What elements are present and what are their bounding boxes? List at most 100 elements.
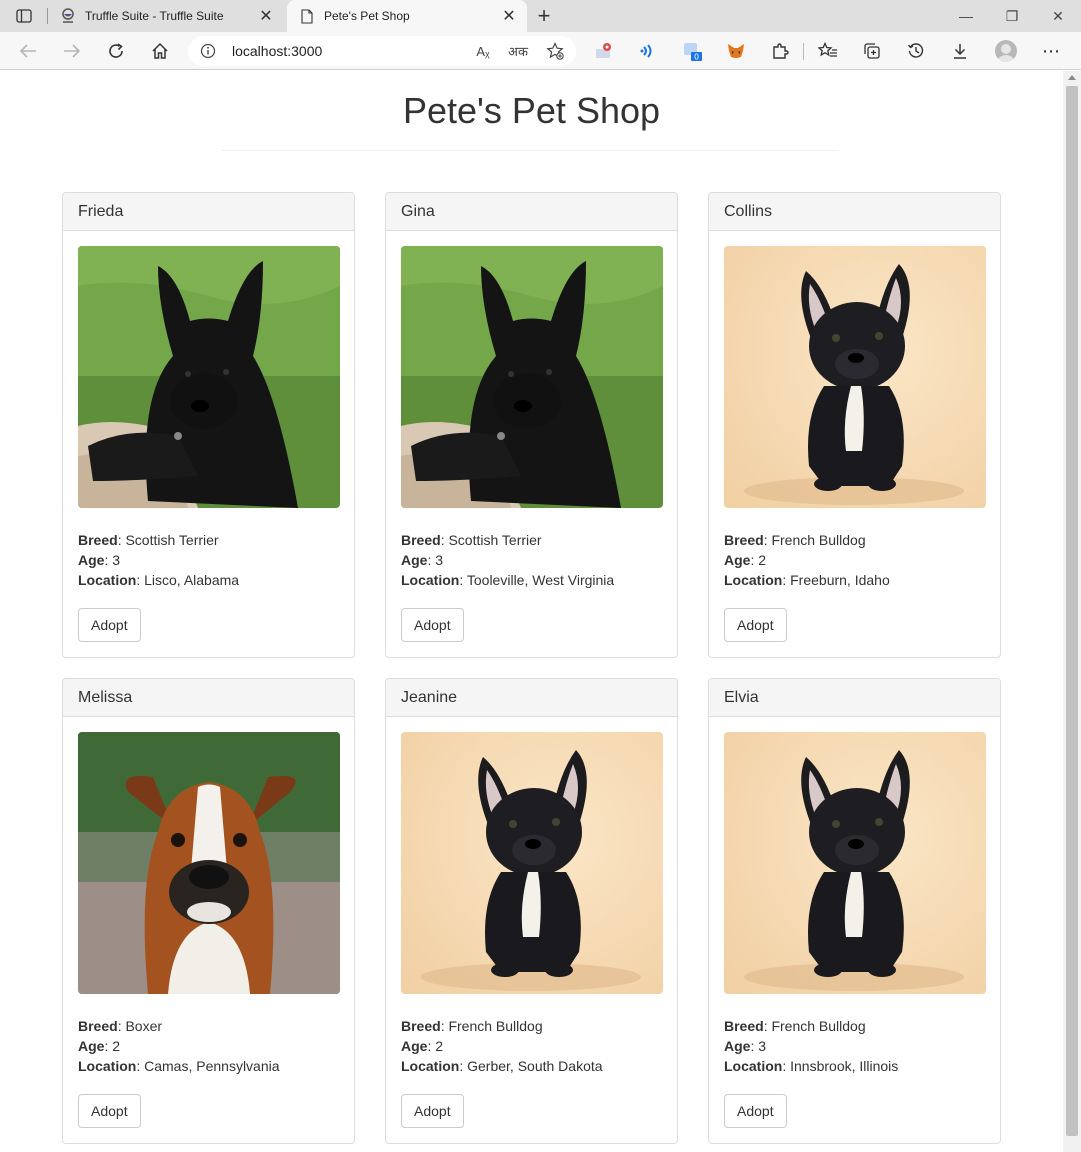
pet-age: 2: [112, 1038, 121, 1054]
pet-breed-row: Breed: Boxer: [78, 1018, 163, 1034]
pet-card-gina: Gina Breed: Scottish Terrier Age: 3 Loca…: [385, 192, 678, 658]
pet-breed-row: Breed: Scottish Terrier: [401, 532, 542, 548]
pet-location: Lisco, Alabama: [144, 572, 240, 588]
location-label: Location: [724, 1058, 783, 1074]
breed-label: Breed: [401, 1018, 441, 1034]
pet-breed: Boxer: [125, 1018, 163, 1034]
pet-age: 3: [112, 552, 121, 568]
browser-toolbar: localhost:3000 Aᵪ अक 0 ⋯: [0, 32, 1081, 70]
minimize-icon[interactable]: —: [943, 0, 989, 32]
pet-age-row: Age: 3: [78, 552, 121, 568]
pet-info: Breed: Boxer Age: 2 Location: Camas, Pen…: [78, 1016, 280, 1076]
home-icon[interactable]: [146, 37, 174, 65]
pet-photo: [401, 246, 663, 508]
location-label: Location: [401, 572, 460, 588]
extension-badge-icon[interactable]: 0: [678, 37, 706, 65]
pet-info: Breed: Scottish Terrier Age: 3 Location:…: [401, 530, 614, 590]
metamask-fox-icon[interactable]: [722, 37, 750, 65]
tab-title: Truffle Suite - Truffle Suite: [85, 9, 224, 23]
age-label: Age: [78, 552, 105, 568]
tab-petes-pet-shop[interactable]: Pete's Pet Shop ✕: [287, 0, 527, 32]
pet-age-row: Age: 2: [401, 1038, 444, 1054]
location-label: Location: [78, 1058, 137, 1074]
profile-avatar-icon[interactable]: [995, 40, 1017, 62]
read-aloud-icon[interactable]: Aᵪ: [472, 40, 494, 62]
pet-age: 2: [758, 552, 767, 568]
pet-card-jeanine: Jeanine Breed: French Bulldog Age: 2 Loc…: [385, 678, 678, 1144]
pet-name: Jeanine: [386, 679, 677, 717]
forward-icon[interactable]: [58, 37, 86, 65]
pet-photo: [78, 732, 340, 994]
collections-icon[interactable]: [858, 37, 886, 65]
history-icon[interactable]: [902, 37, 930, 65]
more-options-icon[interactable]: ⋯: [1037, 37, 1065, 65]
extensions-puzzle-icon[interactable]: [766, 37, 794, 65]
close-tab-icon[interactable]: ✕: [497, 4, 521, 28]
extension-badge-count: 0: [694, 53, 699, 62]
breed-label: Breed: [78, 1018, 118, 1034]
pet-breed: Scottish Terrier: [448, 532, 542, 548]
back-icon[interactable]: [14, 37, 42, 65]
french-bulldog-photo: [724, 732, 986, 994]
address-bar[interactable]: localhost:3000 Aᵪ अक: [188, 36, 576, 66]
adopt-button[interactable]: Adopt: [401, 1094, 464, 1128]
breed-label: Breed: [724, 532, 764, 548]
pet-age: 3: [758, 1038, 767, 1054]
pet-card-melissa: Melissa Breed: Boxer Age: 2 Location: Ca…: [62, 678, 355, 1144]
adopt-button[interactable]: Adopt: [401, 608, 464, 642]
restore-icon[interactable]: ❐: [989, 0, 1035, 32]
pet-location-row: Location: Freeburn, Idaho: [724, 572, 890, 588]
extension-wireless-icon[interactable]: [634, 37, 662, 65]
close-tab-icon[interactable]: ✕: [254, 4, 278, 28]
location-label: Location: [401, 1058, 460, 1074]
french-bulldog-photo: [724, 246, 986, 508]
tab-truffle-suite[interactable]: Truffle Suite - Truffle Suite ✕: [48, 0, 284, 32]
pet-info: Breed: Scottish Terrier Age: 3 Location:…: [78, 530, 239, 590]
breed-label: Breed: [78, 532, 118, 548]
extension-location-icon[interactable]: [590, 37, 618, 65]
pet-info: Breed: French Bulldog Age: 2 Location: F…: [724, 530, 890, 590]
location-label: Location: [78, 572, 137, 588]
breed-label: Breed: [724, 1018, 764, 1034]
adopt-button[interactable]: Adopt: [78, 608, 141, 642]
site-info-icon[interactable]: [200, 43, 216, 59]
page-title: Pete's Pet Shop: [402, 90, 661, 131]
pet-age-row: Age: 3: [401, 552, 444, 568]
refresh-icon[interactable]: [102, 37, 130, 65]
translate-icon[interactable]: अक: [507, 40, 529, 62]
scottish-terrier-photo: [78, 246, 340, 508]
pet-name: Frieda: [63, 193, 354, 231]
truffle-favicon-icon: [60, 8, 76, 24]
pet-info: Breed: French Bulldog Age: 2 Location: G…: [401, 1016, 603, 1076]
downloads-icon[interactable]: [946, 37, 974, 65]
pet-card-elvia: Elvia Breed: French Bulldog Age: 3 Locat…: [708, 678, 1001, 1144]
adopt-button[interactable]: Adopt: [724, 1094, 787, 1128]
pet-name: Elvia: [709, 679, 1000, 717]
pet-age-row: Age: 3: [724, 1038, 767, 1054]
scroll-thumb[interactable]: [1066, 86, 1078, 1136]
pet-location-row: Location: Tooleville, West Virginia: [401, 572, 615, 588]
add-favorite-icon[interactable]: [544, 40, 566, 62]
tab-title: Pete's Pet Shop: [324, 9, 410, 23]
title-divider: [222, 150, 839, 151]
url-text[interactable]: localhost:3000: [232, 43, 322, 59]
pet-location: Tooleville, West Virginia: [466, 572, 615, 588]
pet-card-frieda: Frieda Breed: Scottish Terrier Age: 3 Lo…: [62, 192, 355, 658]
pet-location: Innsbrook, Illinois: [790, 1058, 899, 1074]
pet-photo: [724, 732, 986, 994]
pet-age-row: Age: 2: [78, 1038, 121, 1054]
adopt-button[interactable]: Adopt: [724, 608, 787, 642]
web-page: Pete's Pet Shop Frieda Breed: Scottish T…: [0, 71, 1063, 1152]
new-tab-icon[interactable]: +: [532, 3, 556, 28]
pet-age-row: Age: 2: [724, 552, 767, 568]
close-window-icon[interactable]: ✕: [1035, 0, 1081, 32]
pet-photo: [401, 732, 663, 994]
favorites-icon[interactable]: [814, 37, 842, 65]
vertical-scrollbar[interactable]: [1063, 71, 1081, 1152]
pet-location-row: Location: Gerber, South Dakota: [401, 1058, 603, 1074]
pet-location-row: Location: Camas, Pennsylvania: [78, 1058, 280, 1074]
adopt-button[interactable]: Adopt: [78, 1094, 141, 1128]
scroll-up-icon[interactable]: [1068, 75, 1076, 80]
tab-actions-icon[interactable]: [10, 4, 38, 28]
pet-photo: [724, 246, 986, 508]
